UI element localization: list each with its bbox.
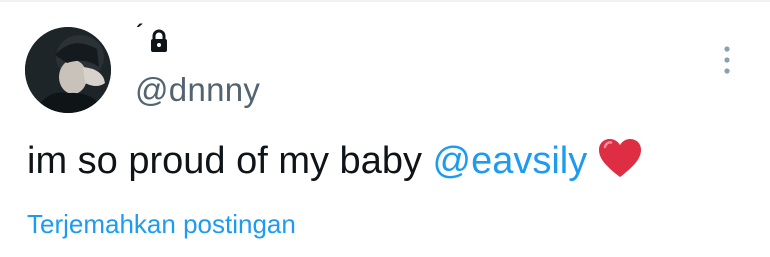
- red-heart-emoji: [597, 137, 643, 191]
- top-divider: [0, 0, 770, 2]
- display-name-text: ´: [136, 20, 144, 45]
- avatar[interactable]: [25, 27, 111, 113]
- mention-link[interactable]: @eavsily: [433, 140, 588, 182]
- tweet-text-body: im so proud of my baby: [27, 140, 433, 182]
- translate-post-link[interactable]: Terjemahkan postingan: [27, 208, 296, 240]
- lock-icon: [149, 29, 169, 53]
- user-handle[interactable]: @dnnny: [135, 70, 260, 110]
- display-name[interactable]: ´: [136, 20, 169, 58]
- avatar-photo: [25, 27, 111, 113]
- more-vertical-icon[interactable]: [713, 42, 741, 78]
- tweet-text: im so proud of my baby @eavsily: [27, 137, 643, 191]
